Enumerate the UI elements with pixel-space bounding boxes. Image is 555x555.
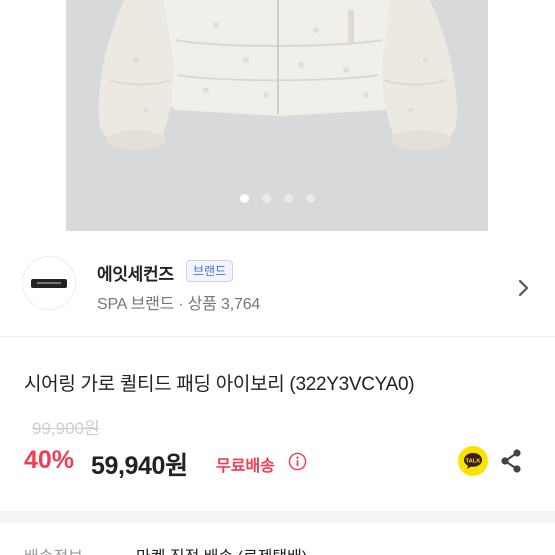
brand-meta: SPA 브랜드 · 상품 3,764 bbox=[97, 296, 261, 313]
share-icon[interactable] bbox=[498, 447, 524, 475]
carousel-dots bbox=[66, 194, 488, 203]
discount-rate: 40% bbox=[24, 446, 75, 474]
shipping-info-value: 마켓 직접 배송 (로젠택배) bbox=[136, 543, 307, 555]
kakaotalk-share-button[interactable]: TALK bbox=[458, 446, 488, 476]
chevron-right-icon[interactable] bbox=[511, 276, 535, 300]
carousel-dot-1[interactable] bbox=[239, 194, 249, 203]
sale-price: 59,940원 bbox=[91, 452, 188, 480]
kakao-talk-label: TALK bbox=[465, 459, 481, 465]
free-shipping-label: 무료배송 bbox=[216, 458, 275, 475]
carousel-dot-3[interactable] bbox=[283, 194, 293, 203]
brand-row[interactable]: 에잇세컨즈 브랜드 SPA 브랜드 · 상품 3,764 bbox=[0, 231, 555, 337]
info-icon[interactable] bbox=[288, 452, 307, 471]
section-divider bbox=[0, 511, 555, 523]
carousel-dot-2[interactable] bbox=[261, 194, 271, 203]
brand-badge: 브랜드 bbox=[186, 260, 234, 282]
original-price: 99,900원 bbox=[32, 419, 100, 438]
product-image-carousel[interactable] bbox=[66, 0, 488, 231]
brand-logo bbox=[22, 256, 76, 310]
carousel-dot-4[interactable] bbox=[305, 194, 315, 203]
brand-logo-mark bbox=[31, 278, 67, 288]
product-title: 시어링 가로 퀼티드 패딩 아이보리 (322Y3VCYA0) bbox=[24, 374, 415, 395]
shipping-info-label: 배송정보 bbox=[24, 543, 83, 555]
brand-name: 에잇세컨즈 bbox=[97, 265, 174, 284]
